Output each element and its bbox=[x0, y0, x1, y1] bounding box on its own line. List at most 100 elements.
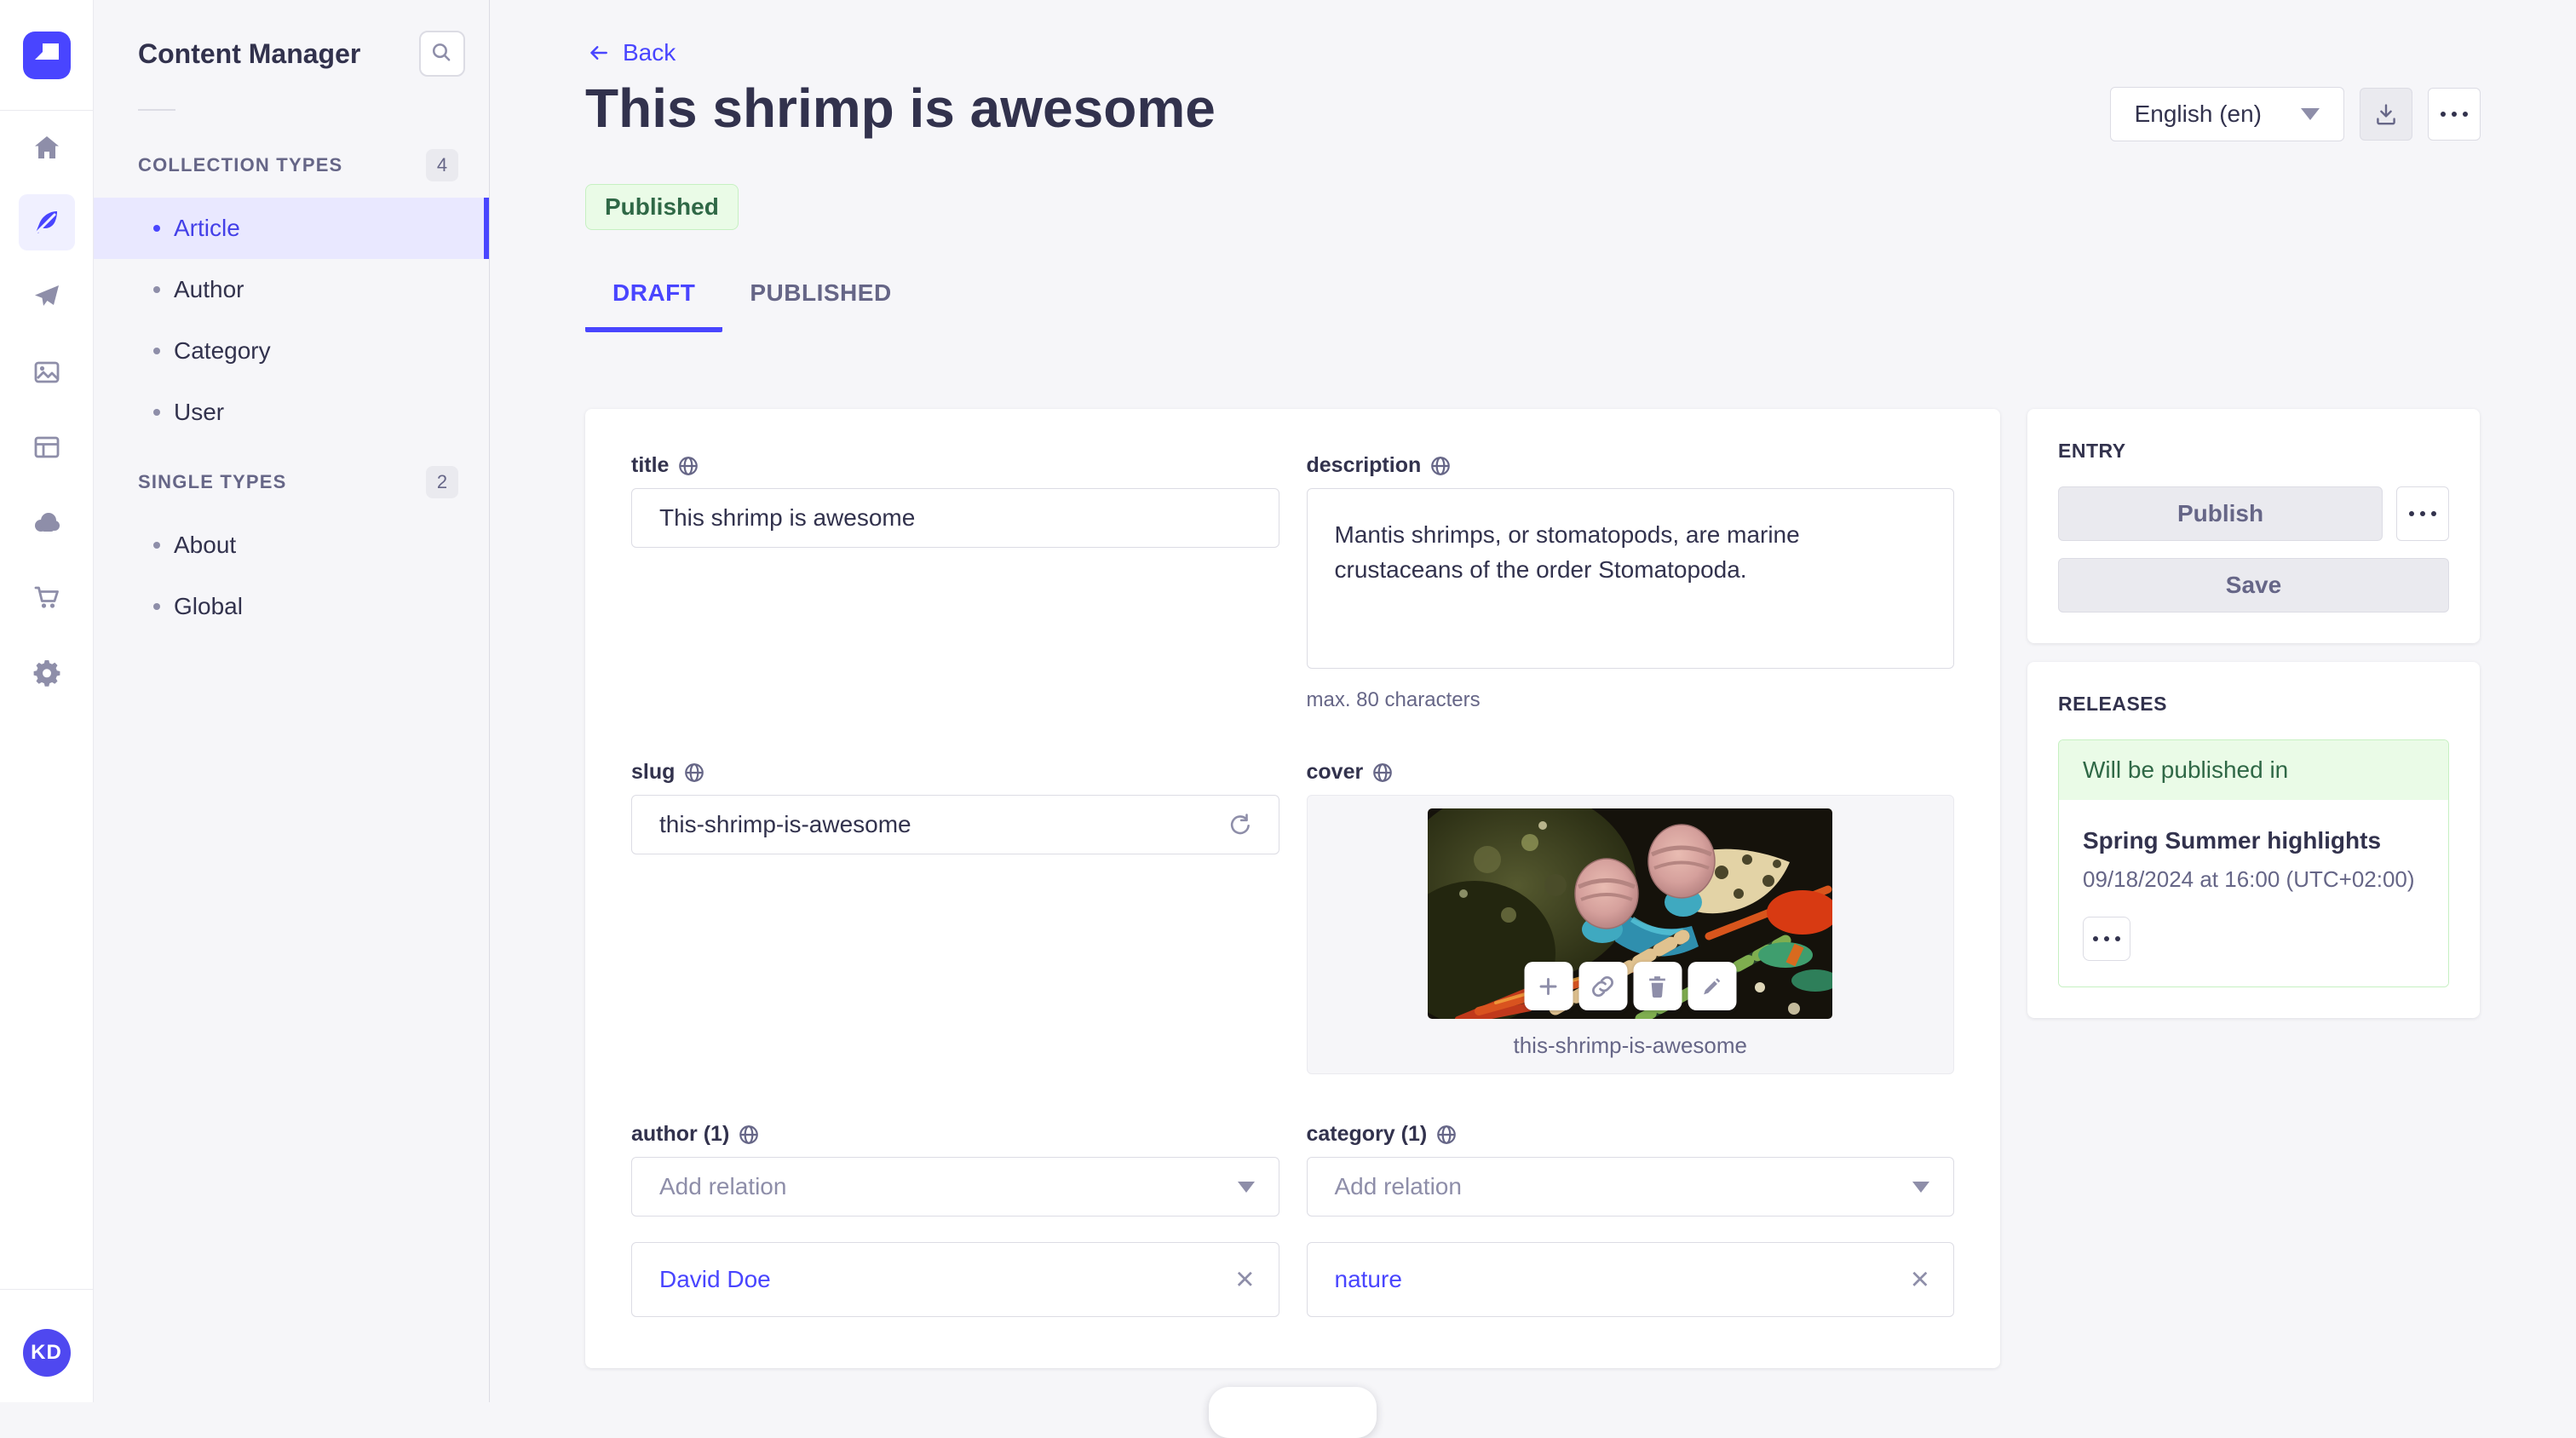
tab-draft[interactable]: DRAFT bbox=[585, 279, 723, 332]
description-textarea[interactable]: Mantis shrimps, or stomatopods, are mari… bbox=[1306, 488, 1954, 669]
copy-link-button[interactable] bbox=[1578, 962, 1628, 1010]
app: KD Content Manager COLLECTION TYPES 4 Ar… bbox=[0, 0, 2576, 1438]
remove-author-relation-button[interactable]: × bbox=[1235, 1263, 1254, 1296]
rail-icon-list bbox=[18, 111, 75, 719]
publish-button[interactable]: Publish bbox=[2058, 486, 2383, 541]
sidebar-title: Content Manager bbox=[138, 37, 361, 69]
content-grid: title description Mantis shrimps, bbox=[585, 409, 2481, 1368]
author-relation-select[interactable]: Add relation bbox=[631, 1157, 1279, 1217]
avatar[interactable]: KD bbox=[22, 1329, 71, 1377]
entry-more-button[interactable] bbox=[2396, 486, 2449, 541]
cover-media bbox=[1428, 808, 1833, 1019]
nav-rail: KD bbox=[0, 0, 94, 1402]
link-icon bbox=[1592, 975, 1614, 997]
locale-select[interactable]: English (en) bbox=[2109, 87, 2344, 141]
delete-media-button[interactable] bbox=[1633, 962, 1682, 1010]
bullet-icon bbox=[153, 348, 160, 354]
back-link[interactable]: Back bbox=[585, 39, 676, 66]
bullet-icon bbox=[153, 286, 160, 293]
cloud-icon[interactable] bbox=[19, 494, 75, 550]
gear-icon[interactable] bbox=[19, 644, 75, 700]
strapi-logo-icon[interactable] bbox=[22, 31, 71, 79]
strapi-logo-glyph bbox=[34, 43, 59, 60]
category-relation-select[interactable]: Add relation bbox=[1306, 1157, 1954, 1217]
cover-toolbar bbox=[1524, 962, 1737, 1010]
chevron-down-icon bbox=[1237, 1181, 1255, 1193]
edit-form-card: title description Mantis shrimps, bbox=[585, 409, 2000, 1368]
sidebar-item-user[interactable]: User bbox=[94, 382, 489, 443]
home-icon[interactable] bbox=[19, 119, 75, 175]
globe-icon bbox=[1437, 1125, 1457, 1144]
slug-input[interactable] bbox=[631, 795, 1279, 854]
entry-panel: ENTRY Publish Save bbox=[2027, 409, 2480, 643]
tab-published[interactable]: PUBLISHED bbox=[722, 279, 918, 332]
single-types-list: About Global bbox=[94, 515, 489, 637]
remove-category-relation-button[interactable]: × bbox=[1911, 1263, 1929, 1296]
entry-panel-title: ENTRY bbox=[2058, 440, 2126, 462]
bullet-icon bbox=[153, 603, 160, 610]
sidebar-item-article[interactable]: Article bbox=[94, 198, 489, 259]
author-field-label: author (1) bbox=[631, 1122, 730, 1146]
slug-field: slug bbox=[631, 760, 1279, 1074]
cover-field-label-row: cover bbox=[1307, 760, 1955, 785]
globe-icon bbox=[739, 1125, 759, 1144]
pencil-icon bbox=[1704, 977, 1721, 994]
globe-icon bbox=[679, 456, 699, 475]
author-relation-link[interactable]: David Doe bbox=[659, 1266, 771, 1293]
sidebar-item-label: Category bbox=[174, 337, 271, 364]
section-single-types: SINGLE TYPES 2 bbox=[94, 465, 489, 499]
sidebar-header: Content Manager bbox=[94, 0, 489, 77]
search-button[interactable] bbox=[419, 31, 465, 77]
search-icon bbox=[432, 43, 451, 61]
section-label: COLLECTION TYPES bbox=[138, 154, 343, 175]
locale-value: English (en) bbox=[2134, 101, 2262, 127]
bottom-pill[interactable] bbox=[1209, 1387, 1377, 1438]
section-count-badge: 2 bbox=[426, 466, 458, 498]
plus-icon bbox=[1539, 977, 1557, 995]
header-actions: English (en) bbox=[2109, 87, 2481, 141]
layout-icon[interactable] bbox=[19, 419, 75, 475]
main-content: Back This shrimp is awesome English (en) bbox=[490, 0, 2576, 1438]
release-body: Spring Summer highlights 09/18/2024 at 1… bbox=[2059, 800, 2448, 986]
category-relation-link[interactable]: nature bbox=[1335, 1266, 1402, 1293]
author-relation-placeholder: Add relation bbox=[659, 1173, 787, 1199]
add-media-button[interactable] bbox=[1524, 962, 1573, 1010]
chevron-down-icon bbox=[2301, 108, 2320, 120]
sidebar-item-label: About bbox=[174, 532, 237, 558]
regenerate-slug-button[interactable] bbox=[1220, 809, 1259, 840]
side-column: ENTRY Publish Save RELEASES Will be publ… bbox=[2027, 409, 2480, 1018]
release-more-button[interactable] bbox=[2083, 917, 2130, 961]
paper-plane-icon[interactable] bbox=[19, 269, 75, 325]
entry-actions: Publish bbox=[2058, 486, 2449, 541]
title-input[interactable] bbox=[631, 488, 1279, 548]
bullet-icon bbox=[153, 542, 160, 549]
slug-field-label: slug bbox=[631, 760, 676, 784]
section-count-badge: 4 bbox=[426, 149, 458, 181]
sidebar-item-author[interactable]: Author bbox=[94, 259, 489, 320]
category-field-label-row: category (1) bbox=[1307, 1122, 1955, 1147]
author-relation-item: David Doe × bbox=[631, 1242, 1279, 1317]
back-label: Back bbox=[623, 39, 676, 66]
save-button[interactable]: Save bbox=[2058, 558, 2449, 613]
feather-icon[interactable] bbox=[18, 194, 75, 250]
releases-panel: RELEASES Will be published in Spring Sum… bbox=[2027, 662, 2480, 1018]
description-helper: max. 80 characters bbox=[1306, 688, 1481, 711]
edit-media-button[interactable] bbox=[1688, 962, 1737, 1010]
sidebar-item-category[interactable]: Category bbox=[94, 320, 489, 382]
sidebar-item-global[interactable]: Global bbox=[94, 576, 489, 637]
tabs: DRAFT PUBLISHED bbox=[585, 279, 2481, 332]
header-more-button[interactable] bbox=[2428, 88, 2481, 141]
media-library-icon[interactable] bbox=[19, 344, 75, 400]
download-icon bbox=[2377, 104, 2395, 125]
rail-bottom: KD bbox=[0, 1289, 93, 1402]
status-badge: Published bbox=[585, 184, 739, 230]
cover-field: cover this-shrimp-is-awesome bbox=[1306, 760, 1955, 1074]
download-button[interactable] bbox=[2360, 88, 2412, 141]
section-collection-types: COLLECTION TYPES 4 bbox=[94, 148, 489, 182]
sidebar-item-label: Global bbox=[174, 593, 243, 619]
slug-field-label-row: slug bbox=[631, 760, 1279, 785]
sidebar-item-about[interactable]: About bbox=[94, 515, 489, 576]
more-horizontal-icon bbox=[2093, 936, 2120, 941]
cart-icon[interactable] bbox=[19, 569, 75, 625]
releases-panel-title: RELEASES bbox=[2058, 693, 2167, 715]
